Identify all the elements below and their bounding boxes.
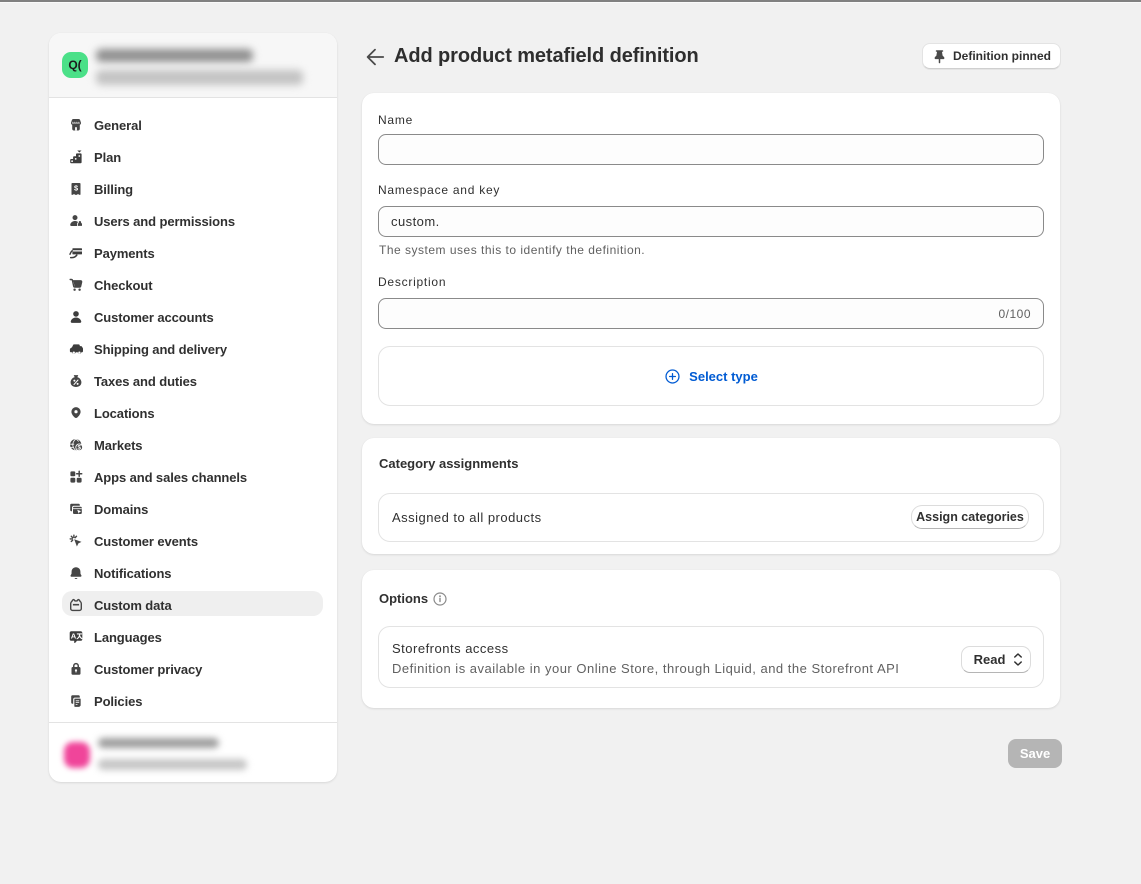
svg-text:$: $ — [77, 445, 81, 452]
svg-text:A: A — [71, 632, 77, 641]
svg-text:$: $ — [74, 184, 78, 193]
